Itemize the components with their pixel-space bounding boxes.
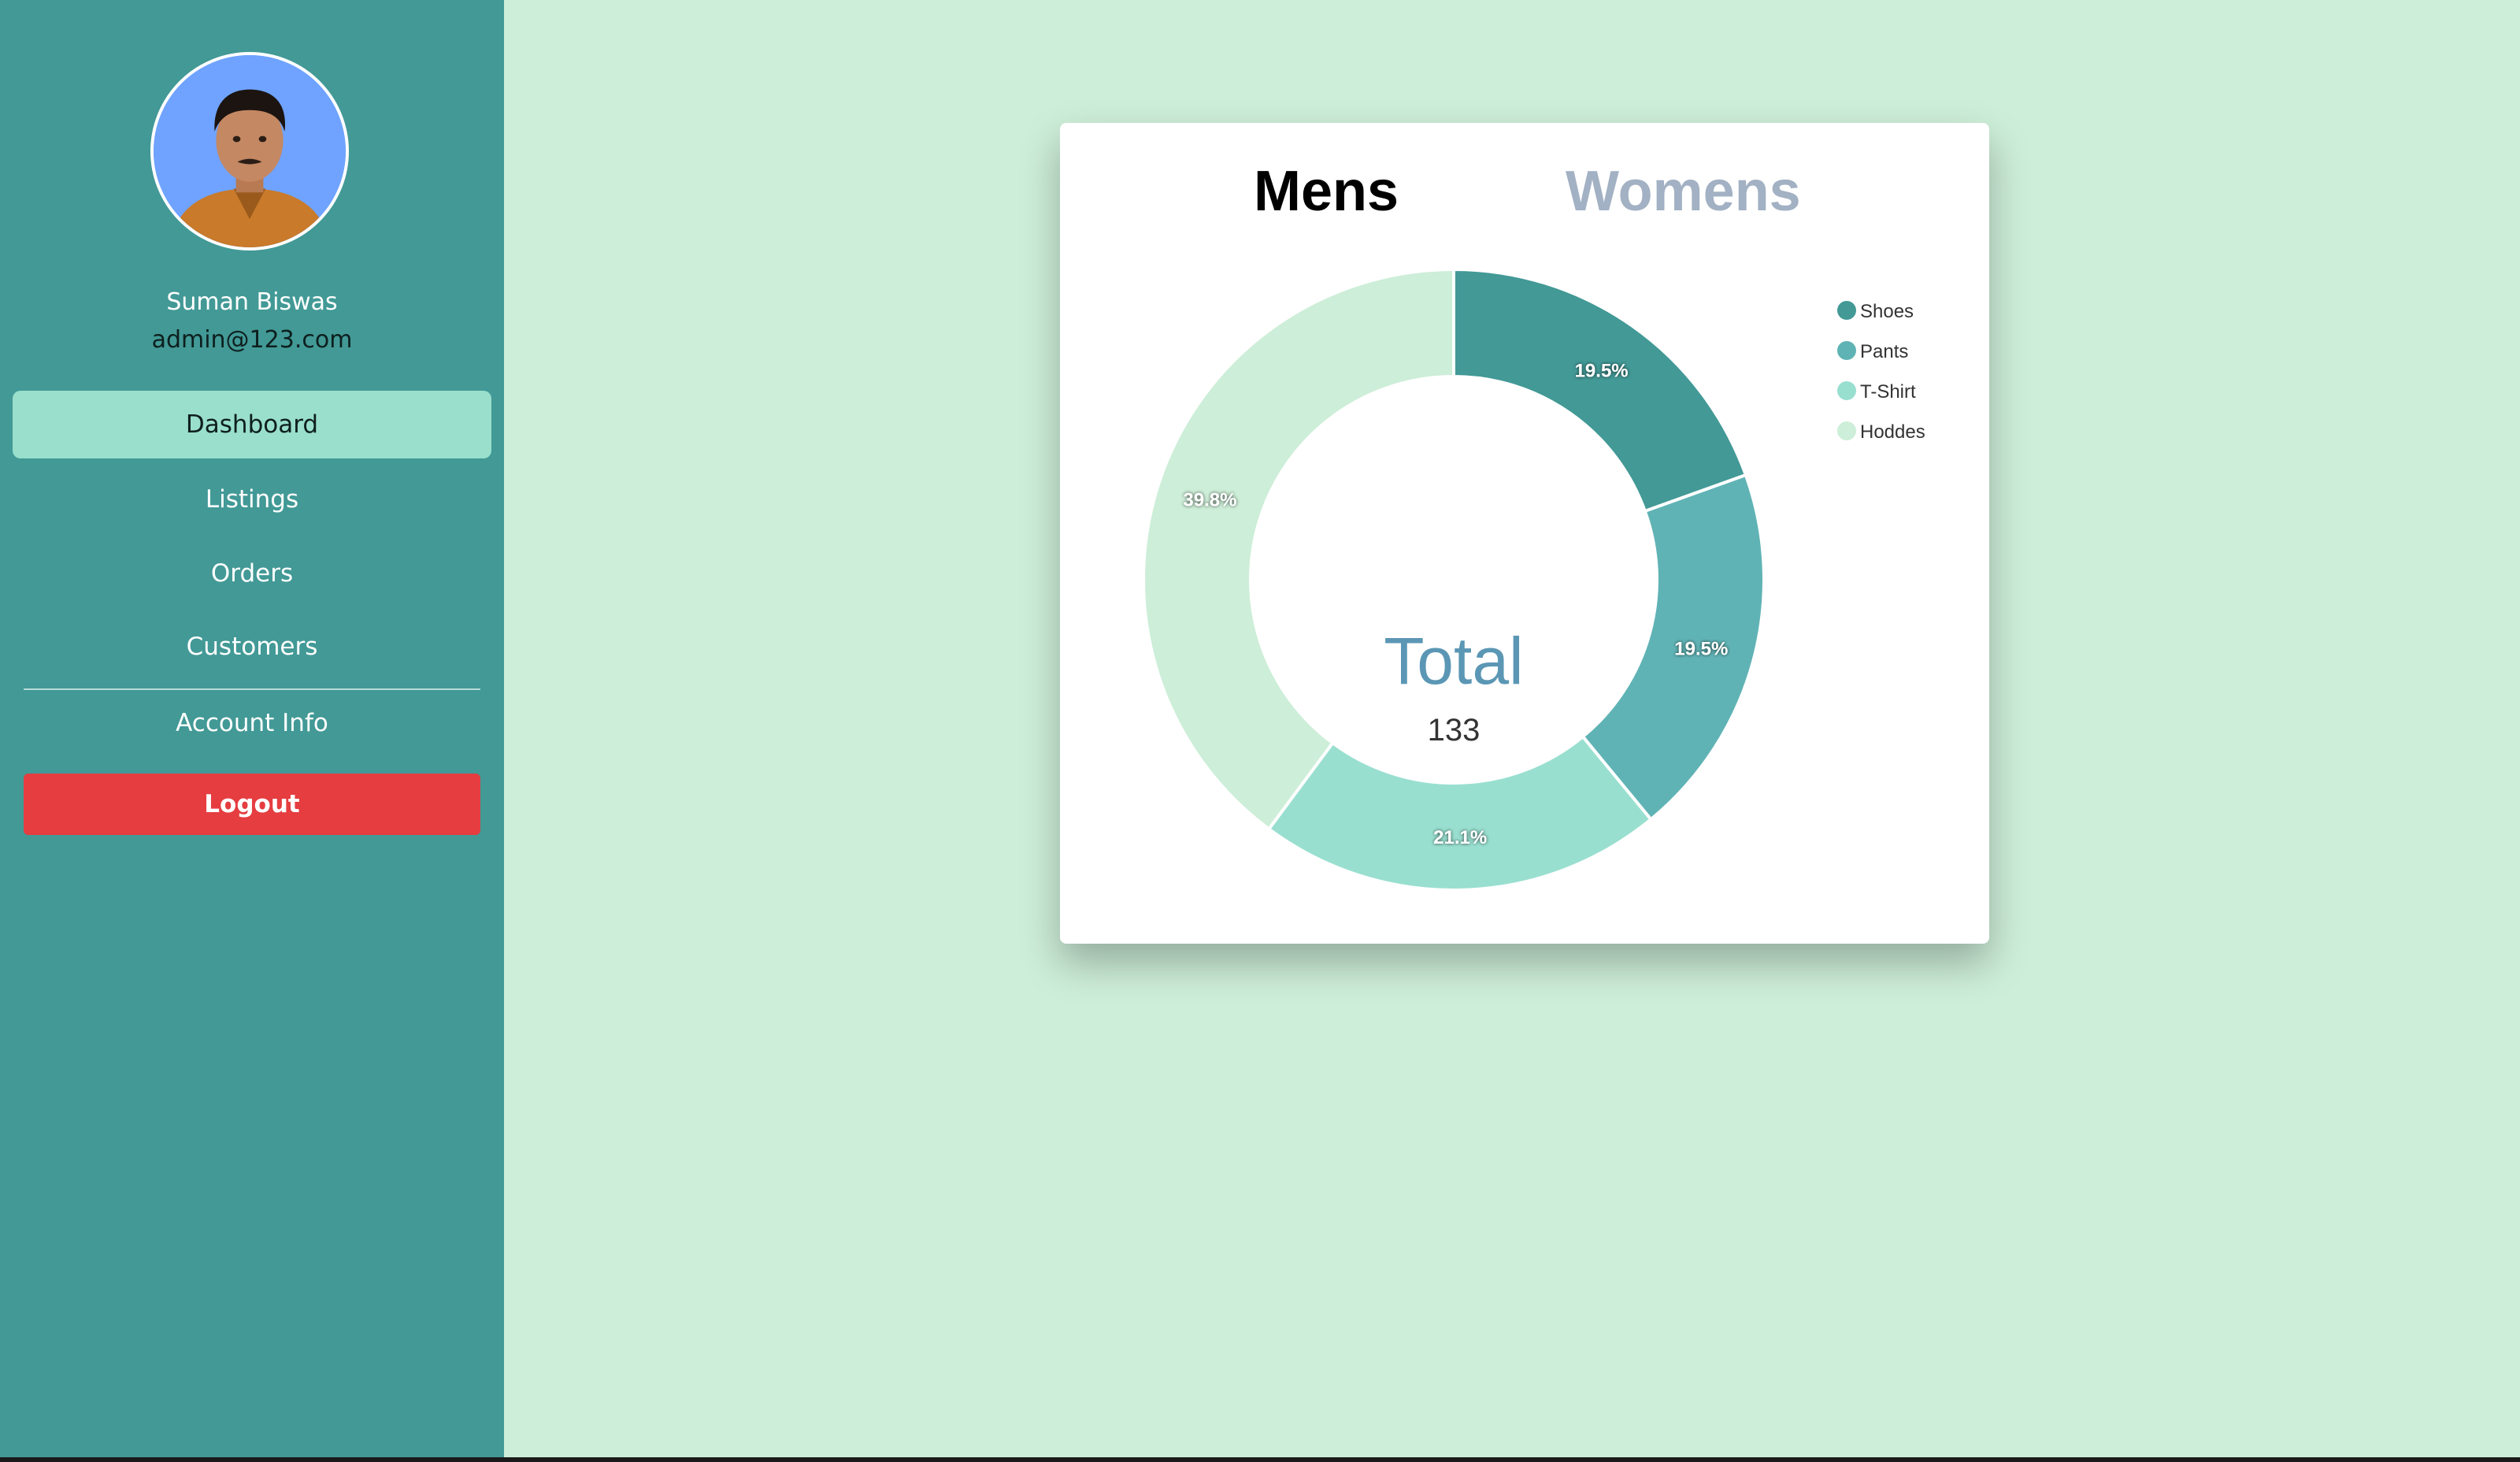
nav-item-customers[interactable]: Customers bbox=[13, 613, 491, 681]
legend-label[interactable]: Shoes bbox=[1860, 301, 1914, 322]
legend-label[interactable]: Pants bbox=[1860, 341, 1908, 362]
chart-center-title: Total bbox=[1384, 624, 1523, 698]
user-name: Suman Biswas bbox=[166, 288, 338, 316]
sidebar: Suman Biswas admin@123.com Dashboard Lis… bbox=[0, 0, 504, 1457]
nav-item-orders[interactable]: Orders bbox=[13, 540, 491, 607]
slice-percent-label: 39.8% bbox=[1183, 490, 1236, 511]
doughnut-chart: 19.5% 19.5% 21.1% 39.8% Total 133 Shoes Pant… bbox=[1142, 267, 1925, 892]
slice-t-shirt[interactable] bbox=[1266, 734, 1654, 892]
slice-percent-label: 19.5% bbox=[1674, 639, 1728, 660]
logout-button[interactable]: Logout bbox=[24, 774, 480, 835]
legend-label[interactable]: Hoddes bbox=[1860, 421, 1925, 443]
user-email: admin@123.com bbox=[151, 326, 353, 354]
legend-swatch bbox=[1837, 381, 1856, 400]
avatar bbox=[150, 52, 349, 250]
slice-shoes[interactable] bbox=[1452, 267, 1748, 514]
nav-item-dashboard[interactable]: Dashboard bbox=[13, 391, 491, 458]
slice-hoddes[interactable] bbox=[1142, 267, 1455, 832]
chart-center-value: 133 bbox=[1428, 713, 1480, 748]
slice-percent-label: 19.5% bbox=[1575, 360, 1629, 381]
legend-swatch bbox=[1837, 341, 1856, 360]
nav-item-listings[interactable]: Listings bbox=[13, 466, 491, 533]
chart-card: Mens Womens 19.5% 19.5% 21.1% 39.8% Total 1… bbox=[1060, 123, 1989, 944]
legend-swatch bbox=[1837, 301, 1856, 320]
legend-swatch bbox=[1837, 421, 1856, 440]
nav-item-account-info[interactable]: Account Info bbox=[13, 689, 491, 757]
legend-label[interactable]: T-Shirt bbox=[1860, 381, 1916, 403]
slice-percent-label: 21.1% bbox=[1433, 827, 1487, 848]
bottom-border bbox=[0, 1457, 2520, 1462]
user-avatar-icon bbox=[154, 55, 346, 247]
